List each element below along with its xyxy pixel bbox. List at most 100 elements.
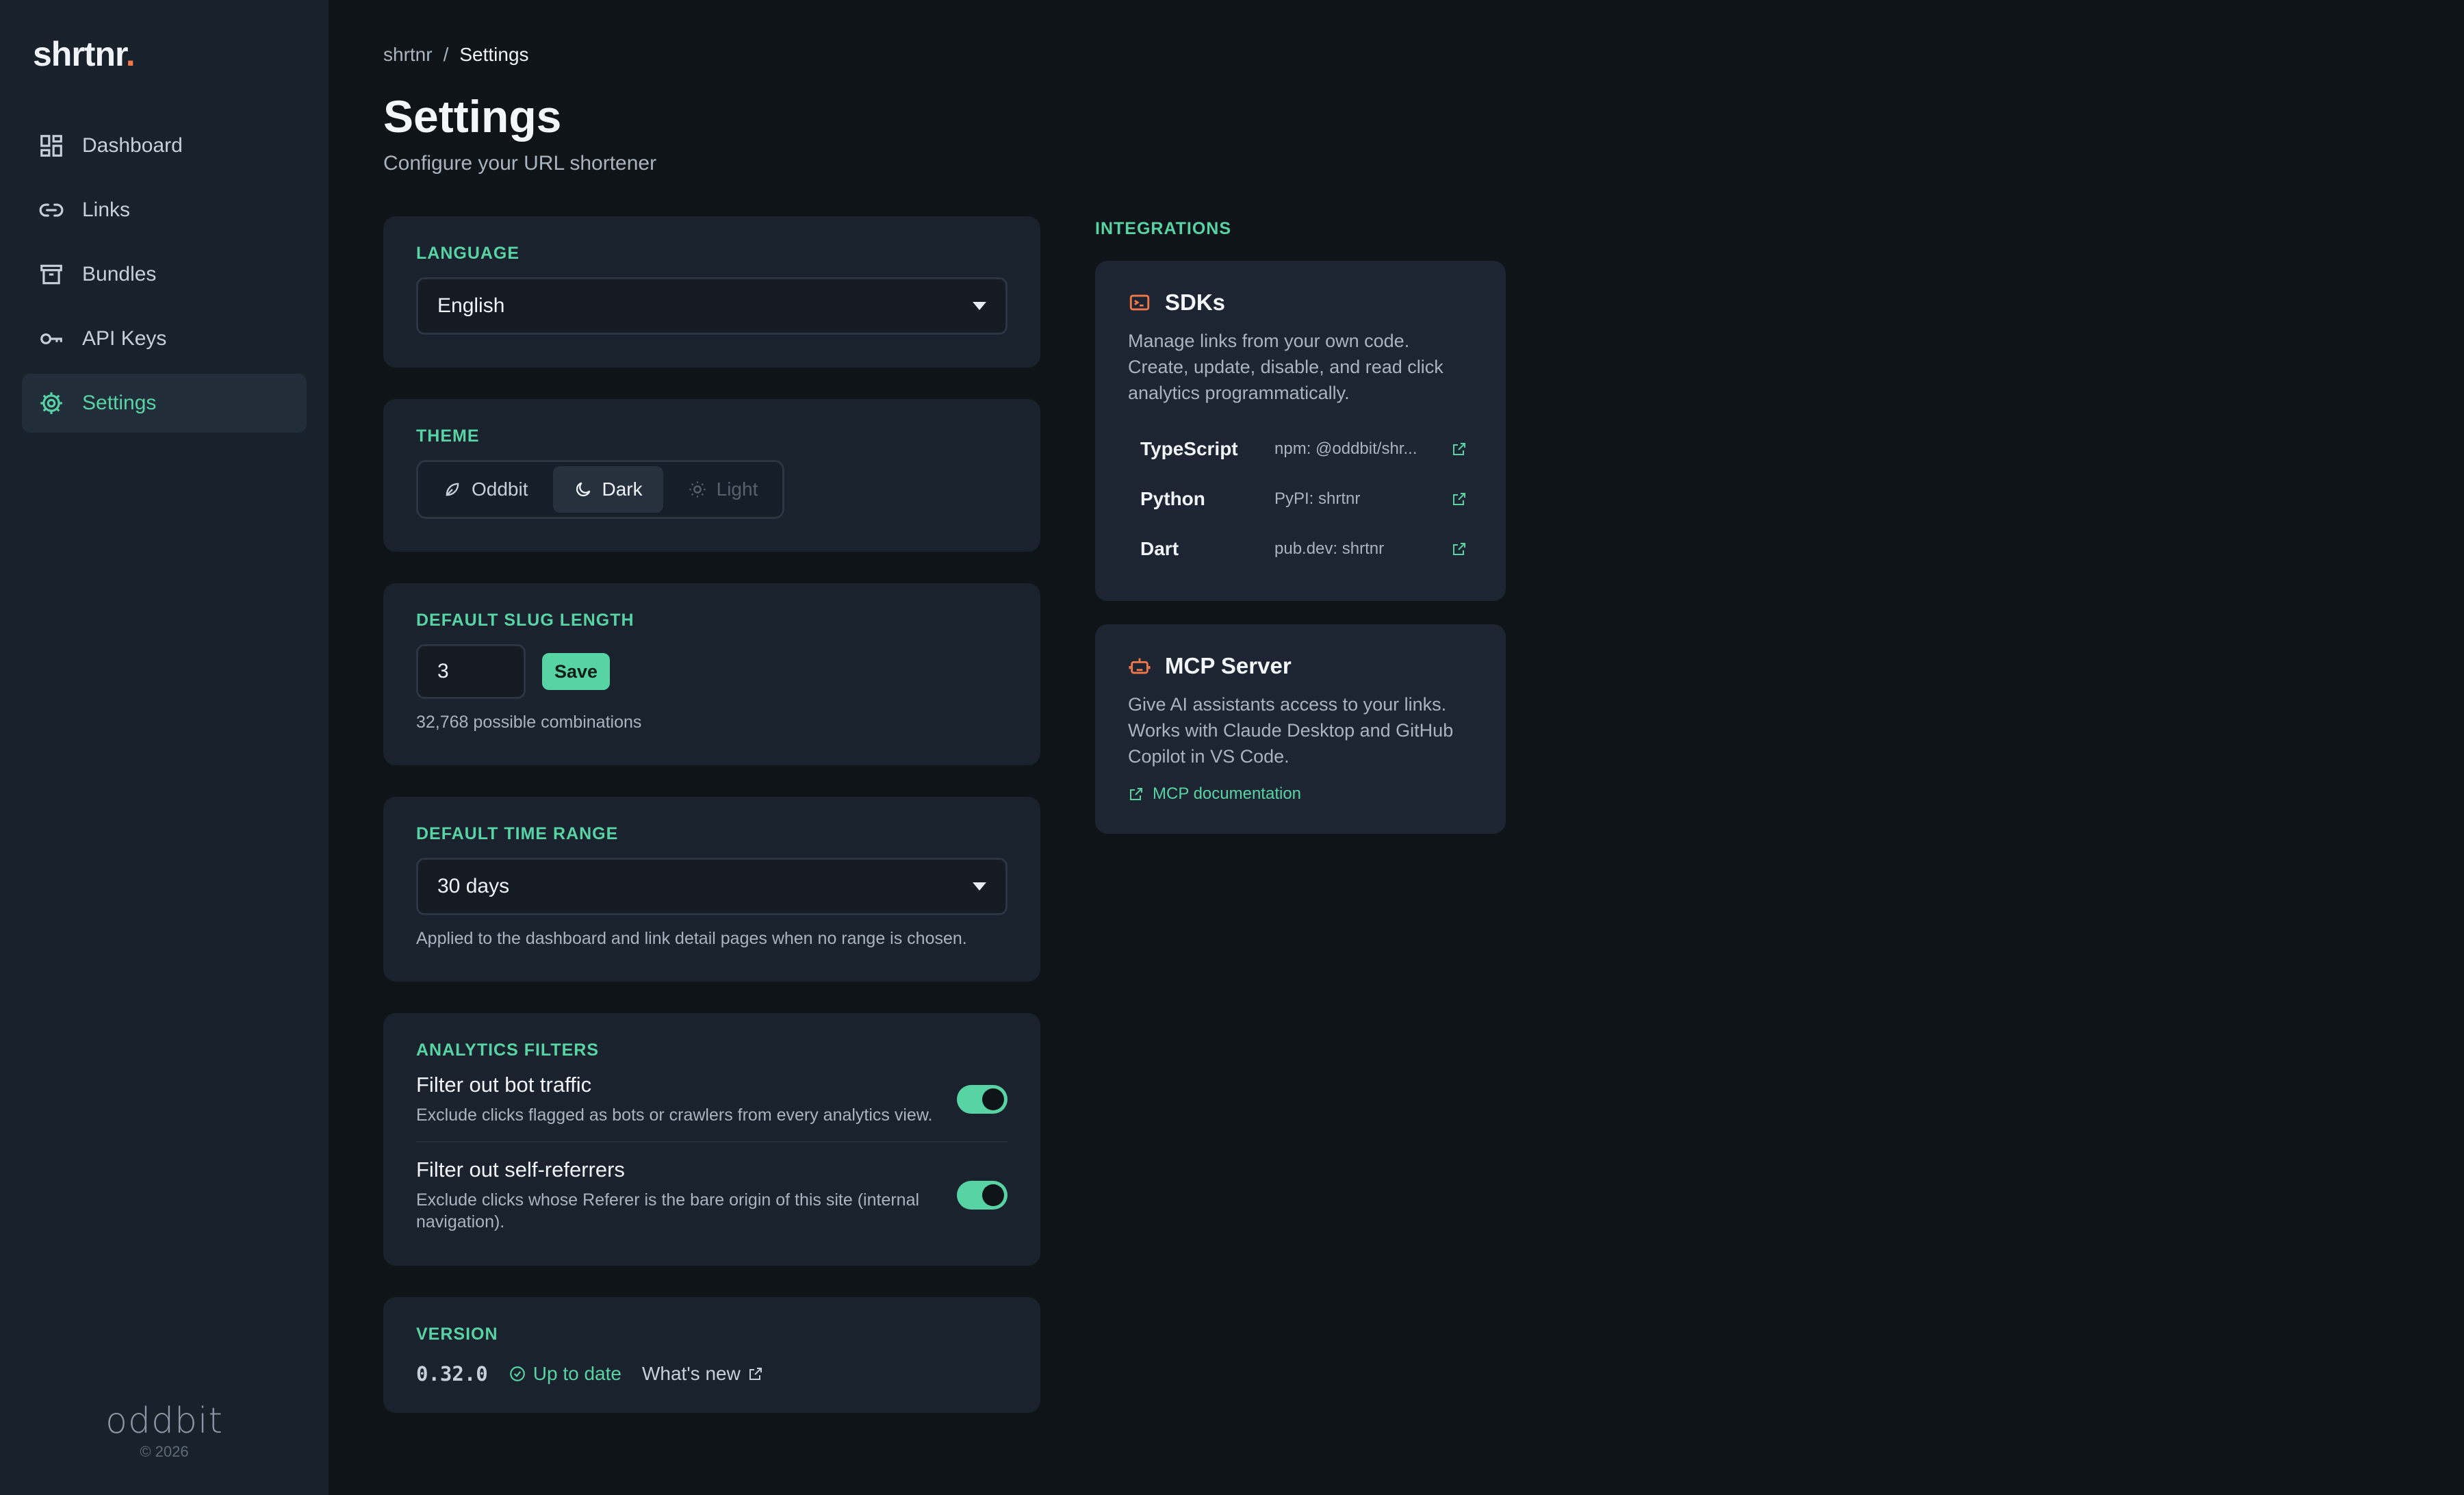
theme-option-label: Oddbit [472, 478, 528, 500]
external-link-icon [1453, 492, 1465, 505]
sidebar-item-links[interactable]: Links [22, 181, 307, 240]
sidebar-item-api-keys[interactable]: API Keys [22, 309, 307, 368]
version-row: 0.32.0 Up to date What's new [416, 1362, 1008, 1385]
filter-title: Filter out bot traffic [416, 1073, 592, 1097]
time-range-hint: Applied to the dashboard and link detail… [416, 929, 967, 948]
external-link-icon [1453, 542, 1465, 555]
mcp-documentation-link[interactable]: MCP documentation [1128, 784, 1473, 804]
section-label: DEFAULT SLUG LENGTH [416, 611, 634, 630]
settings-columns: LANGUAGE English THEME Oddbit Dark Light… [383, 216, 2464, 1444]
theme-option-light[interactable]: Light [667, 466, 779, 513]
dashboard-icon [38, 133, 64, 159]
mcp-link-label: MCP documentation [1153, 784, 1302, 803]
self-referrer-toggle[interactable] [957, 1181, 1008, 1210]
version-status-label: Up to date [532, 1363, 621, 1384]
sidebar: shrtnr. Dashboard Links Bundles API Keys… [0, 0, 329, 1495]
theme-switcher: Oddbit Dark Light [416, 460, 785, 519]
theme-option-oddbit[interactable]: Oddbit [422, 466, 549, 513]
breadcrumb-separator: / [443, 44, 449, 65]
section-label: DEFAULT TIME RANGE [416, 824, 619, 843]
bot-traffic-toggle[interactable] [957, 1085, 1008, 1114]
key-icon [38, 326, 64, 352]
caret-down-icon [973, 882, 986, 891]
whats-new-link[interactable]: What's new [642, 1363, 764, 1385]
external-link-icon [1130, 788, 1142, 800]
language-select[interactable]: English [416, 277, 1008, 335]
whats-new-label: What's new [641, 1363, 741, 1384]
sdk-external-link[interactable] [1451, 541, 1467, 557]
app-logo[interactable]: shrtnr. [22, 34, 307, 74]
time-range-value: 30 days [437, 875, 510, 897]
sdk-external-link[interactable] [1451, 441, 1467, 457]
breadcrumb: shrtnr / Settings [383, 44, 2464, 66]
filter-row: Filter out self-referrers Exclude clicks… [416, 1141, 1008, 1248]
filter-desc: Exclude clicks flagged as bots or crawle… [416, 1106, 933, 1125]
theme-option-label: Dark [602, 478, 643, 500]
sdk-external-link[interactable] [1451, 491, 1467, 507]
mcp-desc: Give AI assistants access to your links.… [1128, 694, 1454, 767]
sdks-title: SDKs [1165, 290, 1226, 315]
version-card: VERSION 0.32.0 Up to date What's new [383, 1297, 1040, 1413]
external-link-icon [749, 1368, 762, 1380]
breadcrumb-current: Settings [459, 44, 529, 65]
sidebar-item-label: Settings [82, 392, 157, 414]
page-title: Settings [383, 91, 562, 142]
sdk-language: TypeScript [1140, 437, 1238, 459]
settings-column: LANGUAGE English THEME Oddbit Dark Light… [383, 216, 1040, 1444]
filter-row: Filter out bot traffic Exclude clicks fl… [416, 1060, 1008, 1141]
slug-hint: 32,768 possible combinations [416, 713, 642, 732]
sun-icon [689, 481, 706, 498]
mcp-title: MCP Server [1165, 653, 1292, 678]
sdk-language: Dart [1140, 537, 1179, 559]
section-label: THEME [416, 426, 480, 446]
sdk-package: pub.dev: shrtnr [1274, 539, 1385, 558]
slug-row: 3 Save [416, 644, 1008, 699]
app-root: shrtnr. Dashboard Links Bundles API Keys… [0, 0, 2464, 1495]
sdks-card: SDKs Manage links from your own code. Cr… [1095, 261, 1506, 601]
sdk-package: npm: @oddbit/shr... [1274, 439, 1417, 458]
breadcrumb-root[interactable]: shrtnr [383, 44, 433, 66]
filter-title: Filter out self-referrers [416, 1158, 625, 1181]
language-card: LANGUAGE English [383, 216, 1040, 368]
section-label: ANALYTICS FILTERS [416, 1040, 600, 1060]
check-circle-icon [509, 1366, 525, 1381]
save-button[interactable]: Save [542, 653, 611, 690]
robot-icon [1129, 658, 1151, 674]
sidebar-item-settings[interactable]: Settings [22, 374, 307, 433]
sidebar-item-label: API Keys [82, 327, 167, 350]
sdk-row-typescript: TypeScript npm: @oddbit/shr... [1128, 424, 1473, 474]
page-subtitle: Configure your URL shortener [383, 152, 657, 175]
slug-length-card: DEFAULT SLUG LENGTH 3 Save 32,768 possib… [383, 583, 1040, 765]
section-label: VERSION [416, 1325, 498, 1344]
caret-down-icon [973, 302, 986, 310]
mcp-header: MCP Server [1128, 653, 1473, 679]
time-range-card: DEFAULT TIME RANGE 30 days Applied to th… [383, 797, 1040, 982]
leaf-icon [446, 483, 459, 496]
mcp-card: MCP Server Give AI assistants access to … [1095, 624, 1506, 834]
sdk-table: TypeScript npm: @oddbit/shr... Python Py… [1128, 424, 1473, 574]
theme-card: THEME Oddbit Dark Light [383, 399, 1040, 552]
analytics-filters-card: ANALYTICS FILTERS Filter out bot traffic… [383, 1013, 1040, 1266]
main-content: shrtnr / Settings Settings Configure you… [329, 0, 2464, 1495]
sdk-row-dart: Dart pub.dev: shrtnr [1128, 524, 1473, 574]
archive-icon [38, 261, 64, 288]
theme-option-dark[interactable]: Dark [552, 466, 663, 513]
slug-length-input[interactable]: 3 [416, 644, 526, 699]
section-label: LANGUAGE [416, 244, 520, 263]
sidebar-item-bundles[interactable]: Bundles [22, 245, 307, 304]
sidebar-item-dashboard[interactable]: Dashboard [22, 116, 307, 175]
sdks-header: SDKs [1128, 290, 1473, 316]
version-status: Up to date [509, 1363, 621, 1385]
gear-icon [38, 390, 64, 416]
time-range-select[interactable]: 30 days [416, 858, 1008, 915]
external-link-icon [1453, 442, 1465, 455]
sidebar-item-label: Dashboard [82, 134, 183, 157]
sdks-desc: Manage links from your own code. Create,… [1128, 331, 1443, 403]
moon-icon [576, 482, 590, 497]
version-number: 0.32.0 [416, 1362, 488, 1385]
sidebar-nav: Dashboard Links Bundles API Keys Setting… [22, 116, 307, 433]
integrations-label: INTEGRATIONS [1095, 219, 1232, 238]
sdk-row-python: Python PyPI: shrtnr [1128, 474, 1473, 524]
theme-option-label: Light [716, 478, 758, 500]
oddbit-logo[interactable]: oddbit [0, 1401, 329, 1442]
